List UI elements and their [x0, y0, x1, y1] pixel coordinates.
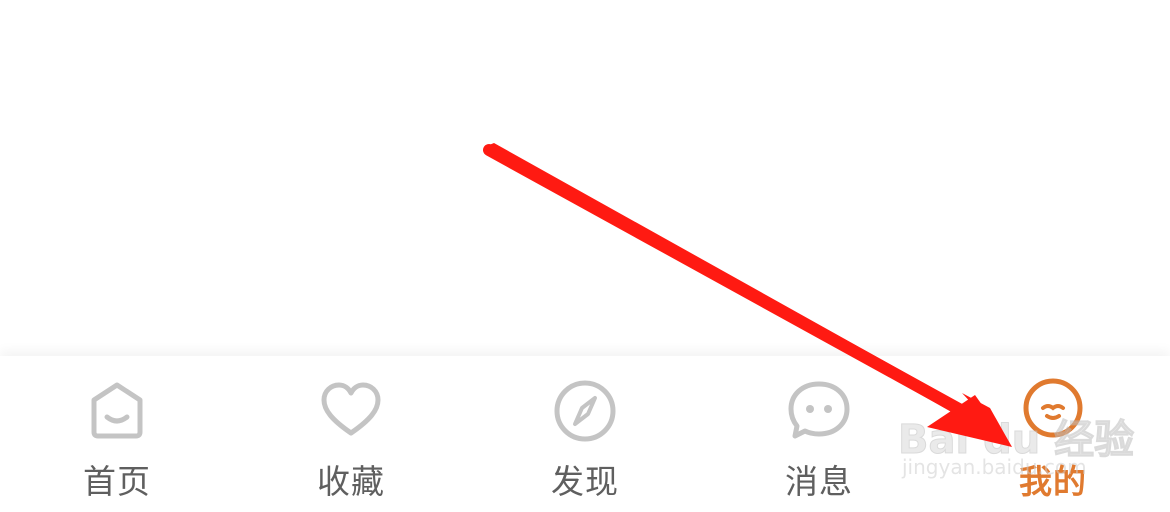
tab-discover-label: 发现 — [551, 462, 619, 501]
bottom-tab-bar: 首页 收藏 发现 消息 我的 — [0, 356, 1170, 512]
home-face-icon — [84, 378, 150, 444]
app-screen: 首页 收藏 发现 消息 我的 Bai du 经验 jingyan.baidu.c… — [0, 0, 1170, 512]
content-area — [0, 0, 1170, 356]
tab-favorites[interactable]: 收藏 — [281, 356, 421, 512]
tab-favorites-label: 收藏 — [317, 462, 385, 501]
tab-discover[interactable]: 发现 — [515, 356, 655, 512]
tab-profile[interactable]: 我的 — [983, 356, 1123, 512]
chat-face-icon — [786, 378, 852, 444]
tab-messages-label: 消息 — [785, 462, 853, 501]
profile-face-icon — [1020, 378, 1086, 444]
compass-icon — [552, 378, 618, 444]
tab-profile-label: 我的 — [1019, 462, 1087, 501]
tab-home-label: 首页 — [83, 462, 151, 501]
heart-icon — [318, 378, 384, 444]
tab-messages[interactable]: 消息 — [749, 356, 889, 512]
tab-home[interactable]: 首页 — [47, 356, 187, 512]
